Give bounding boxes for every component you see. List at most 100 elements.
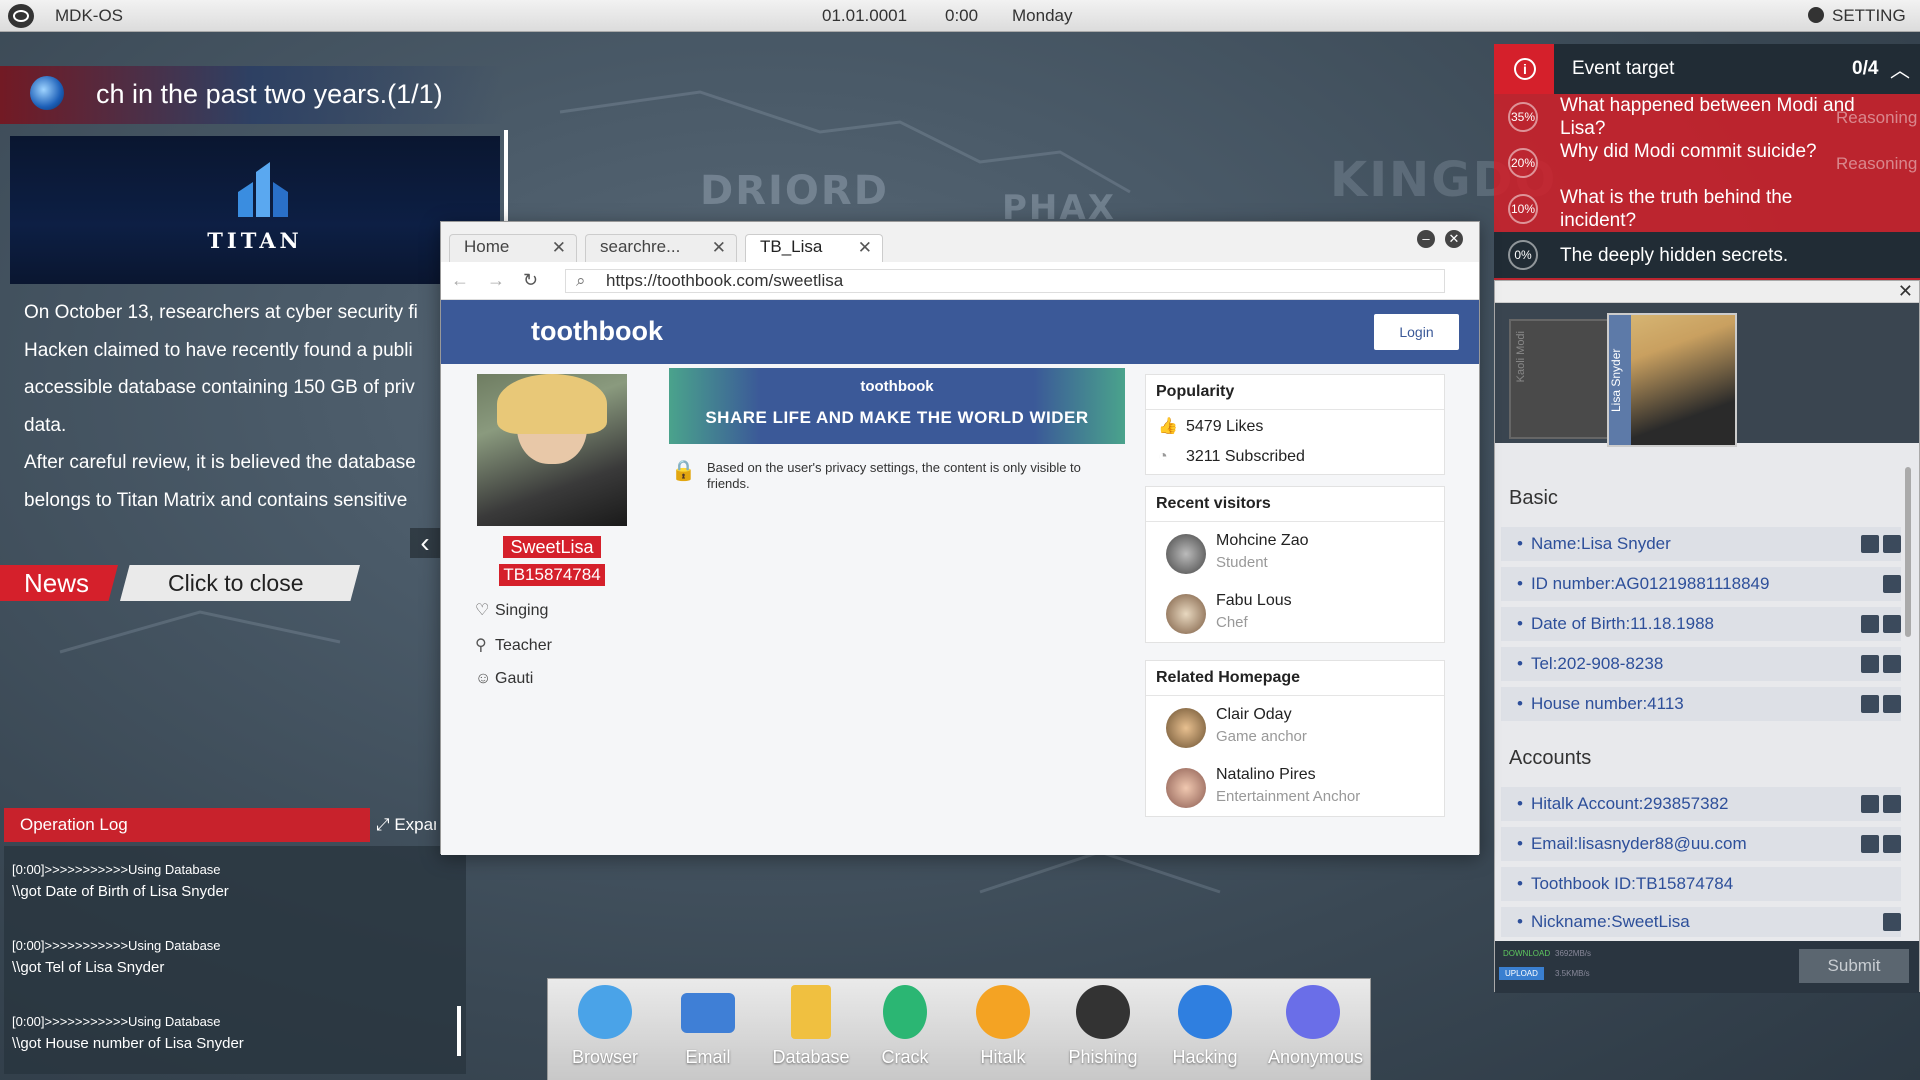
news-body: On October 13, researchers at cyber secu…	[24, 294, 440, 520]
chevron-left-icon[interactable]: ‹	[410, 528, 440, 558]
news-paragraph: On October 13, researchers at cyber secu…	[24, 302, 418, 323]
visitor-item[interactable]: Mohcine Zao Student	[1146, 522, 1444, 582]
news-tab[interactable]: News	[0, 565, 118, 601]
submit-button[interactable]: Submit	[1799, 949, 1909, 983]
minimize-icon[interactable]: –	[1417, 230, 1435, 248]
dock-browser[interactable]: Browser	[560, 985, 650, 1068]
likes-count: 5479 Likes	[1186, 418, 1264, 435]
dock-phishing[interactable]: Phishing	[1058, 985, 1148, 1068]
visitor-name: Mohcine Zao	[1216, 532, 1309, 549]
event-item[interactable]: 10% What is the truth behind the inciden…	[1494, 186, 1920, 232]
setting-button[interactable]: SETTING	[1832, 6, 1906, 26]
document-icon[interactable]	[1883, 615, 1901, 633]
document-icon[interactable]	[1883, 835, 1901, 853]
dossier-item[interactable]: Hitalk Account:293857382	[1501, 787, 1901, 821]
dossier-item-text: Nickname:SweetLisa	[1530, 912, 1690, 931]
shield-icon[interactable]	[1883, 575, 1901, 593]
browser-window: Home ✕ searchre... ✕ TB_Lisa ✕ – ✕ ← → ↻ ⌕ …	[440, 221, 1480, 855]
avatar	[1166, 534, 1206, 574]
dossier-card-front[interactable]: Lisa Snyder	[1607, 313, 1737, 447]
forward-icon[interactable]: →	[487, 270, 505, 291]
dock-email[interactable]: Email	[663, 985, 753, 1068]
close-icon[interactable]: ✕	[1898, 281, 1913, 302]
expand-button[interactable]: ⤢ Expan	[376, 808, 436, 842]
event-item[interactable]: 20% Why did Modi commit suicide? Reasoni…	[1494, 140, 1920, 186]
dock-label: Database	[772, 1047, 850, 1067]
dossier-card-back[interactable]: Kaoli Modi	[1509, 319, 1619, 439]
shield-icon[interactable]	[1883, 913, 1901, 931]
time-display: 0:00	[945, 6, 979, 25]
dossier-item[interactable]: Email:lisasnyder88@uu.com	[1501, 827, 1901, 861]
gear-icon[interactable]	[1808, 7, 1824, 23]
dossier-item[interactable]: ID number:AG01219881118849	[1501, 567, 1901, 601]
tie-icon: ⚲	[475, 637, 487, 654]
titan-logo-icon	[238, 162, 288, 217]
visitor-item[interactable]: Fabu Lous Chef	[1146, 582, 1444, 642]
log-message: \\got Date of Birth of Lisa Snyder	[12, 883, 229, 900]
related-item[interactable]: Clair Oday Game anchor	[1146, 696, 1444, 756]
shield-icon[interactable]	[1861, 535, 1879, 553]
dossier-item[interactable]: Tel:202-908-8238	[1501, 647, 1901, 681]
close-news-button[interactable]: Click to close	[120, 565, 360, 601]
day-display: Monday	[1012, 6, 1073, 25]
tab-search-results[interactable]: searchre... ✕	[585, 234, 737, 262]
document-icon[interactable]	[1883, 655, 1901, 673]
subscribed-count: 3211 Subscribed	[1186, 448, 1305, 465]
dossier-item[interactable]: House number:4113	[1501, 687, 1901, 721]
dock-anonymous[interactable]: Anonymous	[1268, 985, 1363, 1068]
event-question: Why did Modi commit suicide?	[1560, 141, 1817, 162]
key-icon[interactable]	[1861, 795, 1879, 813]
shield-icon[interactable]	[1861, 655, 1879, 673]
reload-icon[interactable]: ↻	[523, 270, 538, 291]
close-icon[interactable]: ✕	[858, 238, 872, 258]
close-window-icon[interactable]: ✕	[1445, 230, 1463, 248]
dock-label: Email	[685, 1047, 731, 1067]
shield-icon[interactable]	[1861, 615, 1879, 633]
close-icon[interactable]: ✕	[712, 238, 726, 258]
dossier-scrollbar[interactable]	[1905, 467, 1911, 637]
close-icon[interactable]: ✕	[552, 238, 566, 258]
key-icon[interactable]	[1861, 835, 1879, 853]
tab-home[interactable]: Home ✕	[449, 234, 577, 262]
site-logo[interactable]: toothbook	[531, 316, 663, 347]
dossier-footer: DOWNLOAD 3692MB/s UPLOAD 3.5KMB/s Submit	[1495, 941, 1919, 993]
related-name: Clair Oday	[1216, 706, 1292, 723]
avatar	[1166, 708, 1206, 748]
chevron-up-icon[interactable]: ︿	[1890, 54, 1910, 83]
tab-label: searchre...	[600, 237, 681, 256]
dock-hacking[interactable]: Hacking	[1160, 985, 1250, 1068]
visitor-name: Fabu Lous	[1216, 592, 1292, 609]
document-icon[interactable]	[1883, 535, 1901, 553]
dossier-item[interactable]: Toothbook ID:TB15874784	[1501, 867, 1901, 901]
event-item[interactable]: 35% What happened between Modi and Lisa?…	[1494, 94, 1920, 140]
dossier-item[interactable]: Name:Lisa Snyder	[1501, 527, 1901, 561]
privacy-notice: Based on the user's privacy settings, th…	[707, 460, 1081, 491]
profile-avatar[interactable]	[477, 374, 627, 526]
address-bar[interactable]: ⌕ https://toothbook.com/sweetlisa	[565, 269, 1445, 293]
phone-icon	[1286, 985, 1340, 1039]
dossier-item[interactable]: Nickname:SweetLisa	[1501, 907, 1901, 937]
dossier-item[interactable]: Date of Birth:11.18.1988	[1501, 607, 1901, 641]
login-button[interactable]: Login	[1374, 314, 1459, 350]
log-timestamp: [0:00]>>>>>>>>>>>Using Database	[12, 862, 221, 877]
dock-hitalk[interactable]: Hitalk	[958, 985, 1048, 1068]
tab-tb-lisa[interactable]: TB_Lisa ✕	[745, 234, 883, 262]
basic-section-title: Basic	[1509, 487, 1558, 509]
os-logo-icon[interactable]	[8, 4, 34, 28]
event-item[interactable]: 0% The deeply hidden secrets.	[1494, 232, 1920, 278]
log-scrollbar[interactable]	[457, 1006, 461, 1056]
document-icon[interactable]	[1883, 795, 1901, 813]
dock-database[interactable]: Database	[766, 985, 856, 1068]
related-item[interactable]: Natalino Pires Entertainment Anchor	[1146, 756, 1444, 816]
dock-crack[interactable]: Crack	[860, 985, 950, 1068]
back-icon[interactable]: ←	[451, 270, 469, 291]
profile-item-label: Singing	[495, 602, 549, 619]
profile-item-label: Teacher	[495, 637, 552, 654]
log-timestamp: [0:00]>>>>>>>>>>>Using Database	[12, 1014, 221, 1029]
related-homepage-card: Related Homepage Clair Oday Game anchor N…	[1145, 660, 1445, 817]
document-icon[interactable]	[1883, 695, 1901, 713]
event-status: Reasoning	[1836, 154, 1918, 173]
shield-icon[interactable]	[1861, 695, 1879, 713]
event-question: The deeply hidden secrets.	[1560, 245, 1789, 266]
dossier-item-text: Date of Birth:11.18.1988	[1530, 614, 1714, 633]
